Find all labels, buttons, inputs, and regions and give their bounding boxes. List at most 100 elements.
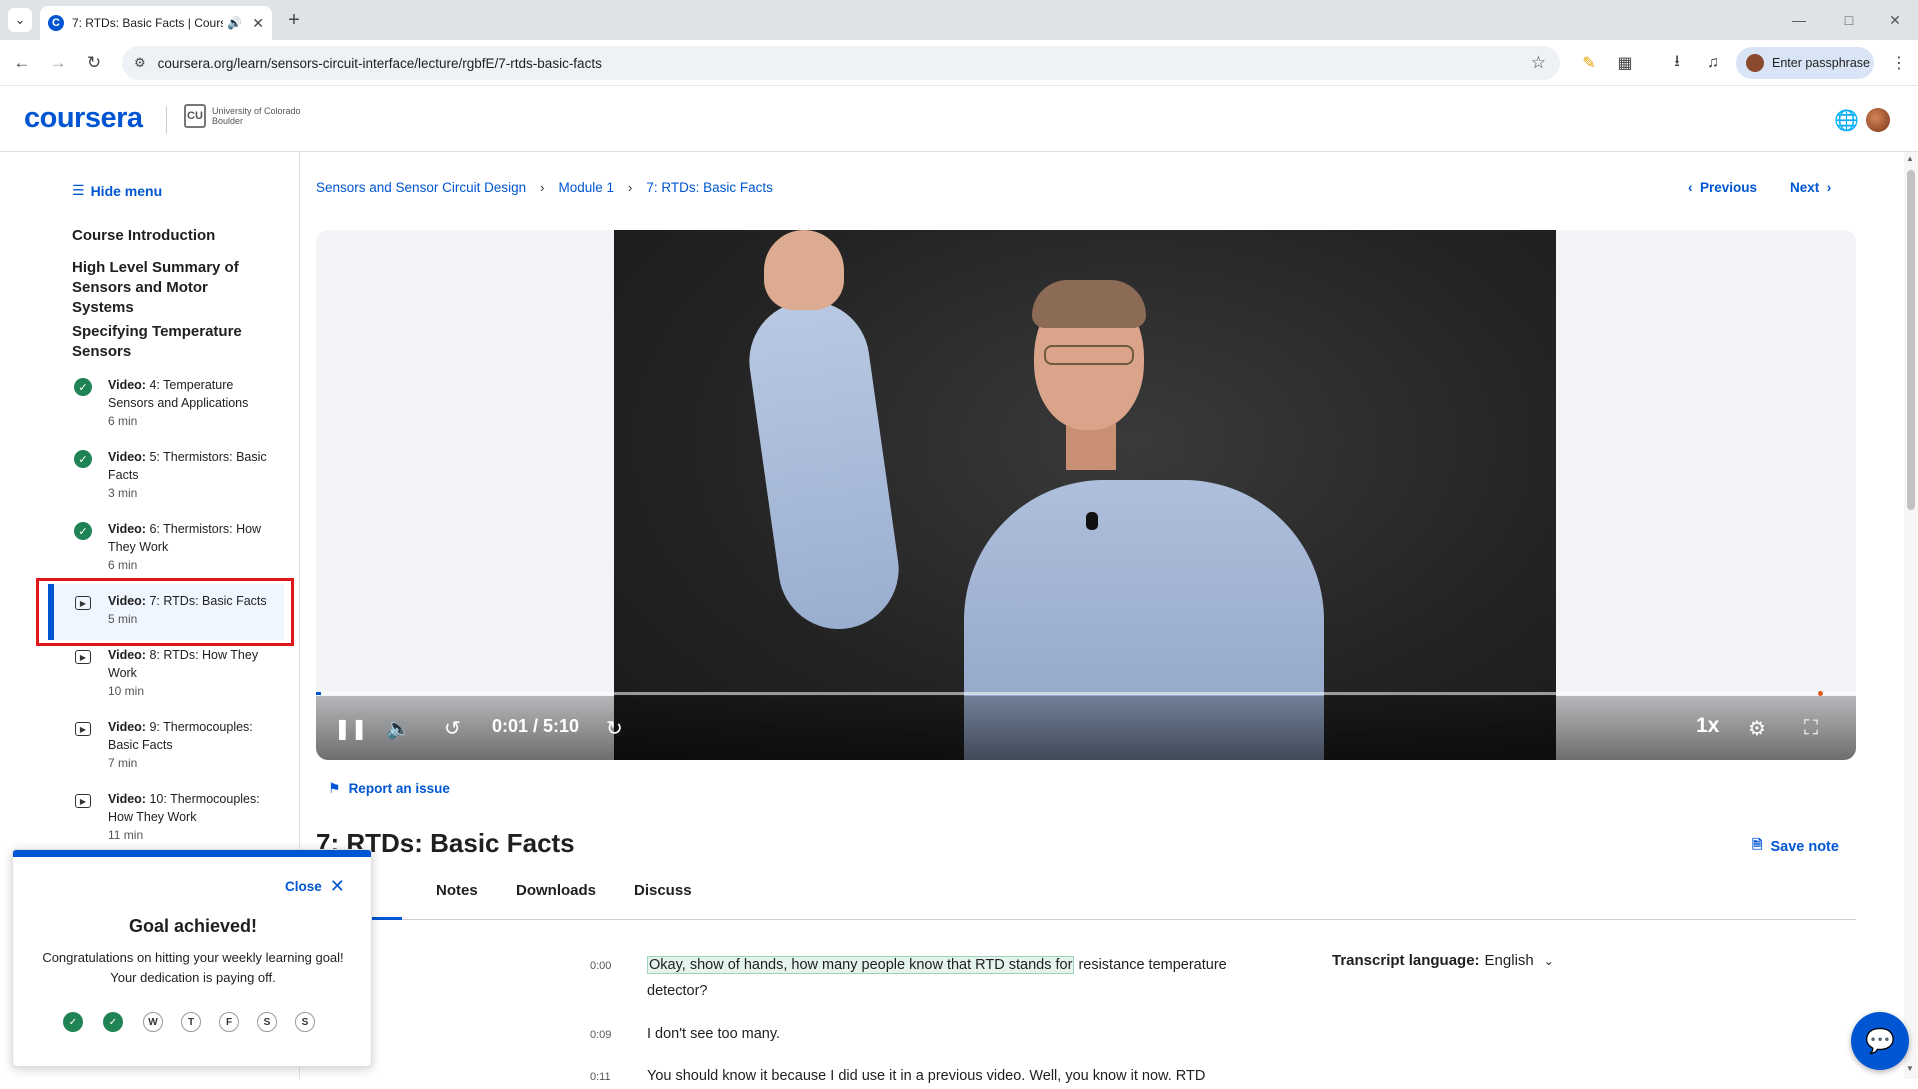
tab-notes[interactable]: Notes	[436, 882, 478, 899]
close-icon: ✕	[329, 876, 345, 896]
transcript-line[interactable]: I don't see too many.	[647, 1021, 780, 1047]
transcript-language-selector[interactable]: Transcript language: English ⌄	[1332, 952, 1554, 969]
breadcrumb-lecture[interactable]: 7: RTDs: Basic Facts	[646, 180, 773, 195]
report-issue-link[interactable]: ⚑ Report an issue	[328, 780, 450, 797]
video-controls-bar: ❚❚ 🔈 ↺ 0:01 / 5:10 ↻ 1x ⚙ ⛶	[316, 696, 1856, 760]
close-popup-button[interactable]: Close ✕	[285, 876, 345, 897]
extensions-puzzle-icon[interactable]: ▦	[1612, 50, 1638, 76]
tab-downloads[interactable]: Downloads	[516, 882, 596, 899]
goal-message: Congratulations on hitting your weekly l…	[33, 948, 353, 988]
browser-menu-icon[interactable]: ⋮	[1886, 50, 1912, 76]
profile-avatar-icon	[1746, 54, 1764, 72]
completed-check-icon: ✓	[74, 378, 92, 396]
lesson-type: Video:	[108, 792, 146, 806]
transcript-line[interactable]: You should know it because I did use it …	[647, 1063, 1205, 1089]
extension-highlighter-icon[interactable]: ✎	[1576, 50, 1602, 76]
scroll-down-icon[interactable]: ▼	[1906, 1064, 1914, 1073]
close-tab-icon[interactable]: ✕	[252, 15, 264, 32]
day-wednesday: W	[143, 1012, 163, 1032]
save-note-label: Save note	[1770, 839, 1839, 855]
lesson-duration: 11 min	[108, 828, 144, 842]
new-tab-button[interactable]: +	[282, 8, 306, 32]
address-bar[interactable]: ⚙ coursera.org/learn/sensors-circuit-int…	[122, 46, 1560, 80]
lesson-type: Video:	[108, 720, 146, 734]
next-button[interactable]: Next ›	[1790, 180, 1831, 195]
globe-language-icon[interactable]: 🌐	[1834, 108, 1859, 133]
video-progress-track[interactable]	[316, 692, 1856, 695]
breadcrumb-module[interactable]: Module 1	[558, 180, 614, 195]
video-player[interactable]: ❚❚ 🔈 ↺ 0:01 / 5:10 ↻ 1x ⚙ ⛶	[316, 230, 1856, 760]
coursera-logo[interactable]: coursera	[24, 102, 143, 135]
previous-label: Previous	[1700, 180, 1758, 195]
back-button[interactable]: ←	[8, 49, 36, 77]
settings-gear-icon[interactable]: ⚙	[1748, 714, 1766, 742]
audio-playing-icon[interactable]: 🔊	[227, 16, 242, 30]
coursera-favicon-icon: C	[48, 15, 64, 31]
previous-button[interactable]: ‹ Previous	[1688, 180, 1757, 195]
goal-title: Goal achieved!	[128, 916, 258, 936]
close-window-button[interactable]: ✕	[1880, 8, 1910, 32]
day-completed-check-icon: ✓	[103, 1012, 123, 1032]
completed-check-icon: ✓	[74, 522, 92, 540]
save-note-button[interactable]: 🗎 Save note	[1752, 836, 1839, 858]
downloads-icon[interactable]: ⭳	[1664, 50, 1690, 76]
day-thursday: T	[181, 1012, 201, 1032]
user-avatar[interactable]	[1866, 108, 1890, 132]
forward-button[interactable]: →	[44, 49, 72, 77]
partner-logo[interactable]: CU University of Colorado Boulder	[184, 104, 308, 128]
popup-accent-bar	[13, 850, 371, 857]
bookmark-star-icon[interactable]: ☆	[1531, 53, 1546, 73]
section-specifying-temperature-sensors[interactable]: Specifying Temperature Sensors	[72, 322, 272, 362]
transcript-line[interactable]: Okay, show of hands, how many people kno…	[647, 952, 1267, 978]
pause-icon[interactable]: ❚❚	[334, 714, 368, 742]
reload-button[interactable]: ↻	[80, 49, 108, 77]
tab-search-button[interactable]: ⌄	[8, 8, 32, 32]
playback-speed-button[interactable]: 1x	[1696, 714, 1719, 738]
minimize-button[interactable]: —	[1784, 8, 1814, 32]
presenter-glasses	[1044, 345, 1134, 365]
note-doc-icon: 🗎	[1752, 837, 1763, 852]
tab-discuss[interactable]: Discuss	[634, 882, 692, 899]
rewind-10-icon[interactable]: ↺	[444, 714, 461, 742]
transcript-timestamp[interactable]: 0:00	[590, 960, 611, 972]
hide-menu-button[interactable]: ☰ Hide menu	[72, 182, 162, 199]
browser-toolbar: ← → ↻ ⚙ coursera.org/learn/sensors-circu…	[0, 40, 1918, 86]
chat-assistant-button[interactable]: 💬	[1851, 1012, 1909, 1070]
transcript-text: resistance temperature	[1078, 957, 1227, 973]
site-info-icon[interactable]: ⚙	[134, 55, 146, 71]
breadcrumb-course[interactable]: Sensors and Sensor Circuit Design	[316, 180, 526, 195]
profile-passphrase-button[interactable]: Enter passphrase	[1736, 47, 1874, 79]
video-play-icon: ▶	[75, 650, 91, 664]
report-issue-label: Report an issue	[348, 781, 450, 796]
goal-message-line-1: Congratulations on hitting your weekly l…	[42, 950, 344, 965]
lecture-tabs: ript Notes Downloads Discuss	[316, 880, 1856, 920]
browser-tab[interactable]: C 7: RTDs: Basic Facts | Course 🔊 ✕	[40, 6, 272, 40]
section-course-introduction[interactable]: Course Introduction	[72, 226, 272, 246]
video-frame[interactable]	[614, 230, 1556, 760]
transcript-timestamp[interactable]: 0:09	[590, 1029, 611, 1041]
chevron-right-icon: ›	[540, 180, 545, 195]
goal-achieved-popup: Close ✕ Goal achieved! Congratulations o…	[12, 849, 372, 1067]
passphrase-label: Enter passphrase	[1772, 56, 1870, 70]
page-scrollbar[interactable]: ▲ ▼	[1904, 152, 1918, 1079]
url-text: coursera.org/learn/sensors-circuit-inter…	[157, 55, 602, 71]
lesson-type: Video:	[108, 378, 146, 392]
scrollbar-thumb[interactable]	[1907, 170, 1915, 510]
forward-10-icon[interactable]: ↻	[606, 714, 623, 742]
media-controls-icon[interactable]: ♫	[1700, 50, 1726, 76]
transcript-line-continued[interactable]: detector?	[647, 978, 707, 1004]
chevron-left-icon: ‹	[1688, 180, 1693, 195]
presenter-hand	[764, 230, 844, 310]
fullscreen-icon[interactable]: ⛶	[1804, 714, 1818, 742]
transcript-timestamp[interactable]: 0:11	[590, 1071, 611, 1083]
scroll-up-icon[interactable]: ▲	[1906, 154, 1914, 163]
section-high-level-summary[interactable]: High Level Summary of Sensors and Motor …	[72, 258, 272, 318]
volume-icon[interactable]: 🔈	[386, 714, 411, 742]
chevron-down-icon: ⌄	[1543, 953, 1554, 968]
day-saturday: S	[257, 1012, 277, 1032]
lesson-duration: 6 min	[108, 414, 138, 428]
browser-tab-strip: ⌄ C 7: RTDs: Basic Facts | Course 🔊 ✕ + …	[0, 0, 1918, 40]
maximize-button[interactable]: □	[1834, 8, 1864, 32]
menu-icon: ☰	[72, 182, 85, 198]
chevron-right-icon: ›	[628, 180, 633, 195]
